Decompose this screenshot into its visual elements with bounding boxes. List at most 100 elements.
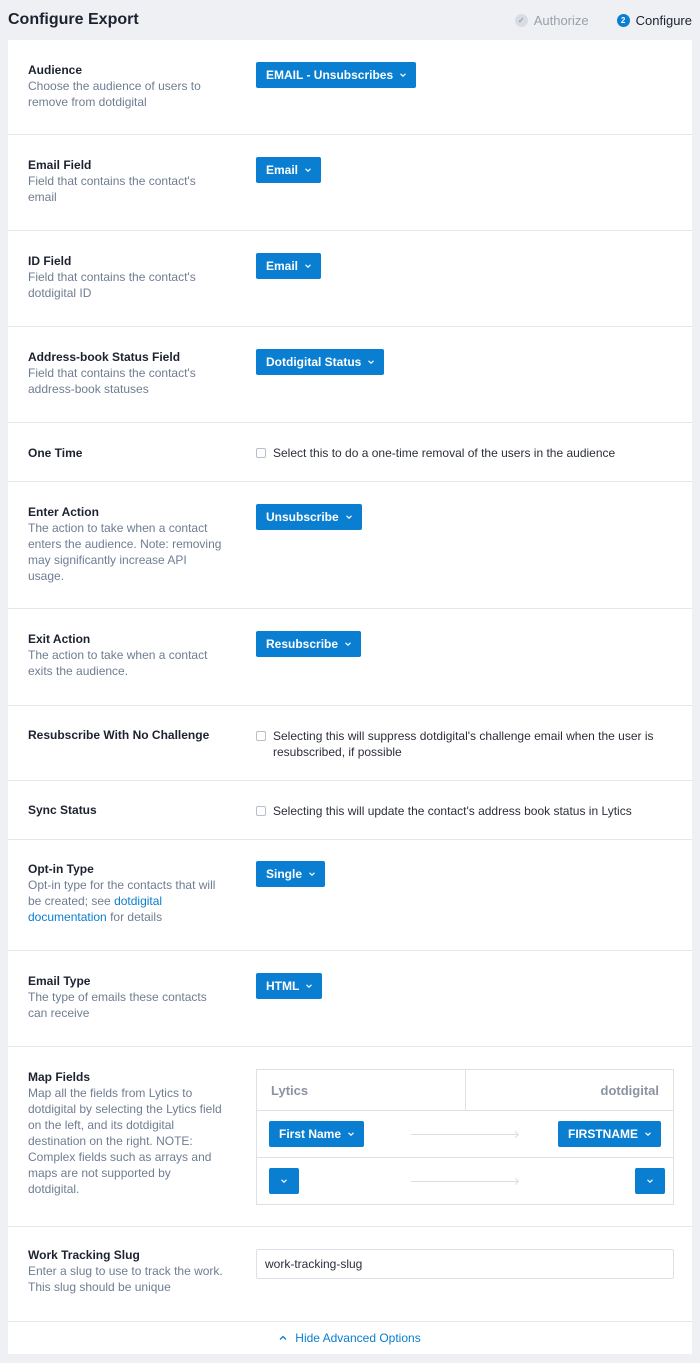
dropdown-value: Unsubscribe xyxy=(266,510,339,524)
step-authorize[interactable]: ✓ Authorize xyxy=(514,12,589,28)
field-description: The action to take when a contact enters… xyxy=(28,521,222,583)
audience-dropdown[interactable]: EMAIL - Unsubscribes xyxy=(256,62,417,88)
chevron-down-icon xyxy=(400,73,407,78)
field-title: Audience xyxy=(28,63,83,77)
field-description: Opt-in type for the contacts that will b… xyxy=(28,877,223,925)
field-row-id: ID Field Field that contains the contact… xyxy=(8,231,692,327)
field-label: Map Fields Map all the fields from Lytic… xyxy=(28,1069,223,1197)
dropdown-value: Email xyxy=(266,163,299,177)
arrow-right-icon xyxy=(411,1181,517,1182)
field-title: Work Tracking Slug xyxy=(28,1248,140,1262)
field-row-status: Address-book Status Field Field that con… xyxy=(8,327,692,423)
description-text: for details xyxy=(106,910,163,924)
resubscribe-checkbox[interactable]: Selecting this will suppress dotdigital'… xyxy=(256,728,676,760)
field-title: Exit Action xyxy=(28,632,91,646)
email-type-dropdown[interactable]: HTML xyxy=(256,973,323,999)
checkbox[interactable] xyxy=(256,731,266,741)
field-title: Enter Action xyxy=(28,505,99,519)
field-row-email-type: Email Type The type of emails these cont… xyxy=(8,951,692,1047)
field-row-resubscribe: Resubscribe With No Challenge Selecting … xyxy=(8,706,692,781)
step-label: Configure xyxy=(635,12,692,28)
checkbox[interactable] xyxy=(256,448,266,458)
dropdown-value: HTML xyxy=(266,979,300,993)
id-field-dropdown[interactable]: Email xyxy=(256,253,322,279)
field-row-audience: Audience Choose the audience of users to… xyxy=(8,40,692,135)
check-icon: ✓ xyxy=(514,13,528,27)
lytics-field-dropdown[interactable]: First Name xyxy=(269,1121,365,1147)
sync-status-checkbox[interactable]: Selecting this will update the contact's… xyxy=(256,803,676,819)
dotdigital-field-dropdown[interactable]: FIRSTNAME xyxy=(558,1121,661,1147)
status-field-dropdown[interactable]: Dotdigital Status xyxy=(256,349,385,375)
dropdown-value: Dotdigital Status xyxy=(266,355,362,369)
chevron-down-icon xyxy=(647,1179,653,1184)
field-title: Resubscribe With No Challenge xyxy=(28,728,210,742)
step-label: Authorize xyxy=(533,12,589,28)
page-header: Configure Export ✓ Authorize 2 Configure xyxy=(0,0,700,40)
email-field-dropdown[interactable]: Email xyxy=(256,157,322,183)
dropdown-value: First Name xyxy=(279,1127,342,1141)
mapping-row: First Name FIRSTNAME xyxy=(257,1111,673,1158)
field-description: The action to take when a contact exits … xyxy=(28,648,208,678)
exit-action-dropdown[interactable]: Resubscribe xyxy=(256,631,362,657)
footer-label: Hide Advanced Options xyxy=(295,1331,421,1345)
field-label: Address-book Status Field Field that con… xyxy=(28,349,223,397)
checkbox-label: Select this to do a one-time removal of … xyxy=(273,446,616,460)
field-row-map-fields: Map Fields Map all the fields from Lytic… xyxy=(8,1047,692,1227)
field-row-optin-type: Opt-in Type Opt-in type for the contacts… xyxy=(8,840,692,951)
enter-action-dropdown[interactable]: Unsubscribe xyxy=(256,504,362,530)
page-title: Configure Export xyxy=(8,11,139,28)
dropdown-value: Email xyxy=(266,259,299,273)
field-label: Audience Choose the audience of users to… xyxy=(28,62,223,110)
field-label: Email Field Field that contains the cont… xyxy=(28,157,223,205)
chevron-down-icon xyxy=(645,1132,651,1137)
lytics-field-dropdown[interactable] xyxy=(269,1168,299,1194)
checkbox-label: Selecting this will suppress dotdigital'… xyxy=(273,729,654,759)
chevron-down-icon xyxy=(306,984,313,989)
slug-input[interactable] xyxy=(256,1249,674,1279)
field-title: Opt-in Type xyxy=(28,862,94,876)
chevron-down-icon xyxy=(348,1132,354,1137)
one-time-checkbox[interactable]: Select this to do a one-time removal of … xyxy=(256,445,676,461)
hide-advanced-options-link[interactable]: Hide Advanced Options xyxy=(8,1322,692,1354)
field-row-exit-action: Exit Action The action to take when a co… xyxy=(8,609,692,706)
mapping-row xyxy=(257,1158,673,1205)
field-description: Field that contains the contact's addres… xyxy=(28,366,196,396)
field-label: Sync Status xyxy=(28,802,223,818)
mapping-header: Lytics dotdigital xyxy=(257,1070,673,1111)
field-row-one-time: One Time Select this to do a one-time re… xyxy=(8,423,692,482)
field-row-sync-status: Sync Status Selecting this will update t… xyxy=(8,781,692,840)
mapping-header-lytics: Lytics xyxy=(257,1070,466,1110)
dropdown-value: FIRSTNAME xyxy=(568,1127,638,1141)
field-description: The type of emails these contacts can re… xyxy=(28,990,207,1020)
chevron-down-icon xyxy=(345,642,351,647)
field-row-email: Email Field Field that contains the cont… xyxy=(8,135,692,231)
field-label: Email Type The type of emails these cont… xyxy=(28,973,223,1021)
dropdown-value: EMAIL - Unsubscribes xyxy=(266,68,394,82)
chevron-down-icon xyxy=(345,515,352,520)
dropdown-value: Single xyxy=(266,867,303,881)
step-configure[interactable]: 2 Configure xyxy=(616,12,692,28)
chevron-down-icon xyxy=(368,360,375,365)
chevron-up-icon xyxy=(279,1335,287,1340)
checkbox[interactable] xyxy=(256,806,266,816)
field-title: One Time xyxy=(28,446,83,460)
arrow-right-icon xyxy=(411,1134,517,1135)
field-row-slug: Work Tracking Slug Enter a slug to use t… xyxy=(8,1227,692,1322)
step-number: 2 xyxy=(616,13,630,27)
field-label: Resubscribe With No Challenge xyxy=(28,727,243,743)
field-label: Work Tracking Slug Enter a slug to use t… xyxy=(28,1247,223,1295)
field-row-enter-action: Enter Action The action to take when a c… xyxy=(8,482,692,609)
optin-type-dropdown[interactable]: Single xyxy=(256,861,326,887)
field-label: Exit Action The action to take when a co… xyxy=(28,631,223,679)
config-panel: Audience Choose the audience of users to… xyxy=(8,40,692,1354)
field-label: ID Field Field that contains the contact… xyxy=(28,253,223,301)
stepper: ✓ Authorize 2 Configure xyxy=(514,12,692,28)
mapping-header-dotdigital: dotdigital xyxy=(600,1082,660,1098)
field-label: Enter Action The action to take when a c… xyxy=(28,504,223,584)
field-description: Map all the fields from Lytics to dotdig… xyxy=(28,1086,222,1196)
dotdigital-field-dropdown[interactable] xyxy=(635,1168,665,1194)
chevron-down-icon xyxy=(281,1179,287,1184)
field-title: Map Fields xyxy=(28,1070,91,1084)
field-description: Enter a slug to use to track the work. T… xyxy=(28,1264,223,1294)
field-title: ID Field xyxy=(28,254,72,268)
